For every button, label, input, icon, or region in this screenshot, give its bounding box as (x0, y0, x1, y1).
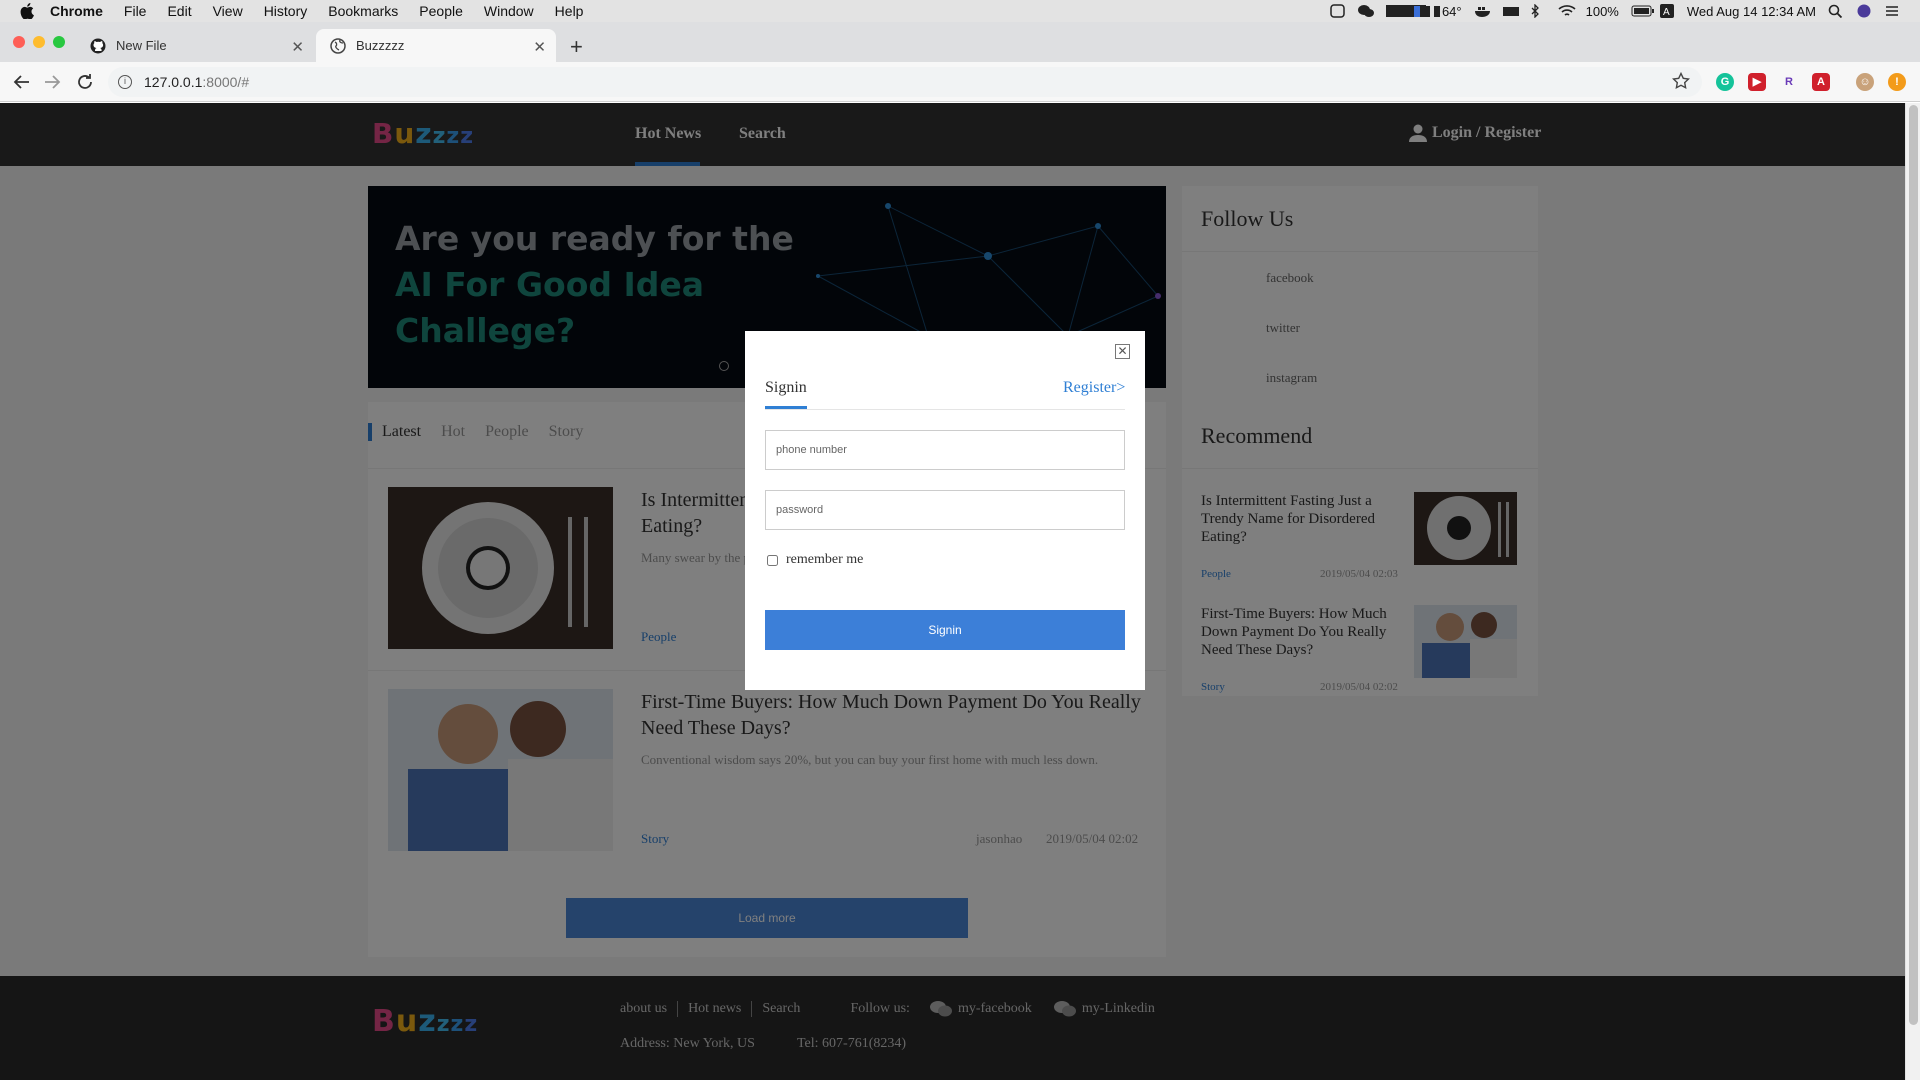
clock[interactable]: Wed Aug 14 12:34 AM (1687, 4, 1816, 19)
menu-help[interactable]: Help (555, 3, 584, 19)
grammarly-extension-icon[interactable]: G (1716, 73, 1734, 91)
wechat-icon[interactable] (1357, 4, 1374, 18)
signin-modal: ✕ Signin Register> remember me Signin (745, 331, 1145, 690)
browser-tab-strip: New File ✕ Buzzzzz ✕ + (0, 22, 1920, 62)
docker-icon[interactable] (1474, 4, 1490, 18)
bluetooth-icon[interactable] (1530, 3, 1546, 19)
zoom-window-button[interactable] (53, 36, 65, 48)
phone-number-input[interactable] (765, 430, 1125, 470)
bookmark-star-icon[interactable] (1671, 71, 1691, 93)
tab-register[interactable]: Register> (1063, 379, 1125, 397)
password-input[interactable] (765, 490, 1125, 530)
menu-history[interactable]: History (264, 3, 308, 19)
notification-center-icon[interactable] (1884, 4, 1900, 18)
back-icon[interactable] (12, 72, 32, 92)
signin-button[interactable]: Signin (765, 610, 1125, 650)
page-viewport: Buzzzz Hot News Search Login / Register … (0, 103, 1920, 1080)
tab-title: New File (116, 38, 167, 53)
battery-icon[interactable] (1631, 4, 1654, 18)
display-icon[interactable] (1385, 4, 1426, 18)
site-info-icon[interactable]: i (118, 75, 132, 89)
menu-view[interactable]: View (213, 3, 243, 19)
profile-avatar[interactable]: ☺ (1856, 73, 1874, 91)
r-extension-icon[interactable]: R (1780, 73, 1798, 91)
apple-icon[interactable] (20, 3, 36, 19)
cpu-meter-icon (1413, 4, 1440, 18)
macos-menubar: Chrome File Edit View History Bookmarks … (0, 0, 1920, 22)
github-icon (90, 38, 106, 54)
url-host: 127.0.0.1 (144, 74, 203, 90)
reload-icon[interactable] (75, 72, 95, 92)
drive-icon[interactable] (1502, 4, 1519, 18)
close-tab-icon[interactable]: ✕ (291, 38, 304, 56)
close-window-button[interactable] (13, 36, 25, 48)
video-extension-icon[interactable]: ▶ (1748, 73, 1766, 91)
menu-people[interactable]: People (419, 3, 463, 19)
svg-text:A: A (1663, 7, 1670, 18)
page-scrollbar[interactable] (1905, 103, 1920, 1080)
forward-icon[interactable] (42, 72, 62, 92)
globe-icon (330, 37, 346, 54)
browser-tab-new-file[interactable]: New File ✕ (76, 29, 314, 62)
spotlight-icon[interactable] (1828, 4, 1844, 19)
remember-me-label: remember me (786, 552, 864, 567)
pdf-extension-icon[interactable]: A (1812, 73, 1830, 91)
tab-title: Buzzzzz (356, 38, 405, 53)
screenshot-icon[interactable] (1330, 4, 1346, 18)
menu-window[interactable]: Window (484, 3, 534, 19)
weather-temperature[interactable]: 64° (1442, 4, 1462, 19)
menu-bookmarks[interactable]: Bookmarks (328, 3, 398, 19)
battery-percent[interactable]: 100% (1586, 4, 1619, 19)
divider (765, 409, 1125, 410)
new-tab-button[interactable]: + (570, 34, 583, 60)
menu-chrome[interactable]: Chrome (50, 3, 103, 19)
remember-me-checkbox[interactable] (767, 554, 778, 566)
wifi-icon[interactable] (1558, 4, 1576, 18)
menu-edit[interactable]: Edit (167, 3, 191, 19)
siri-icon[interactable] (1856, 4, 1872, 18)
menu-file[interactable]: File (124, 3, 147, 19)
url-path: :8000/# (202, 74, 250, 90)
tab-signin[interactable]: Signin (765, 379, 807, 397)
remember-me-option[interactable]: remember me (767, 552, 863, 568)
close-icon[interactable]: ✕ (1115, 344, 1130, 359)
browser-tab-buzzzzz[interactable]: Buzzzzz ✕ (316, 29, 556, 62)
update-icon[interactable]: ! (1888, 73, 1906, 91)
minimize-window-button[interactable] (33, 36, 45, 48)
address-bar[interactable]: i 127.0.0.1 :8000/# (108, 67, 1702, 97)
input-source-icon[interactable]: A (1659, 4, 1675, 18)
scrollbar-thumb[interactable] (1909, 105, 1918, 1025)
close-tab-icon[interactable]: ✕ (533, 38, 546, 56)
browser-toolbar: i 127.0.0.1 :8000/# G ▶ R A ☺ ! (0, 62, 1920, 102)
